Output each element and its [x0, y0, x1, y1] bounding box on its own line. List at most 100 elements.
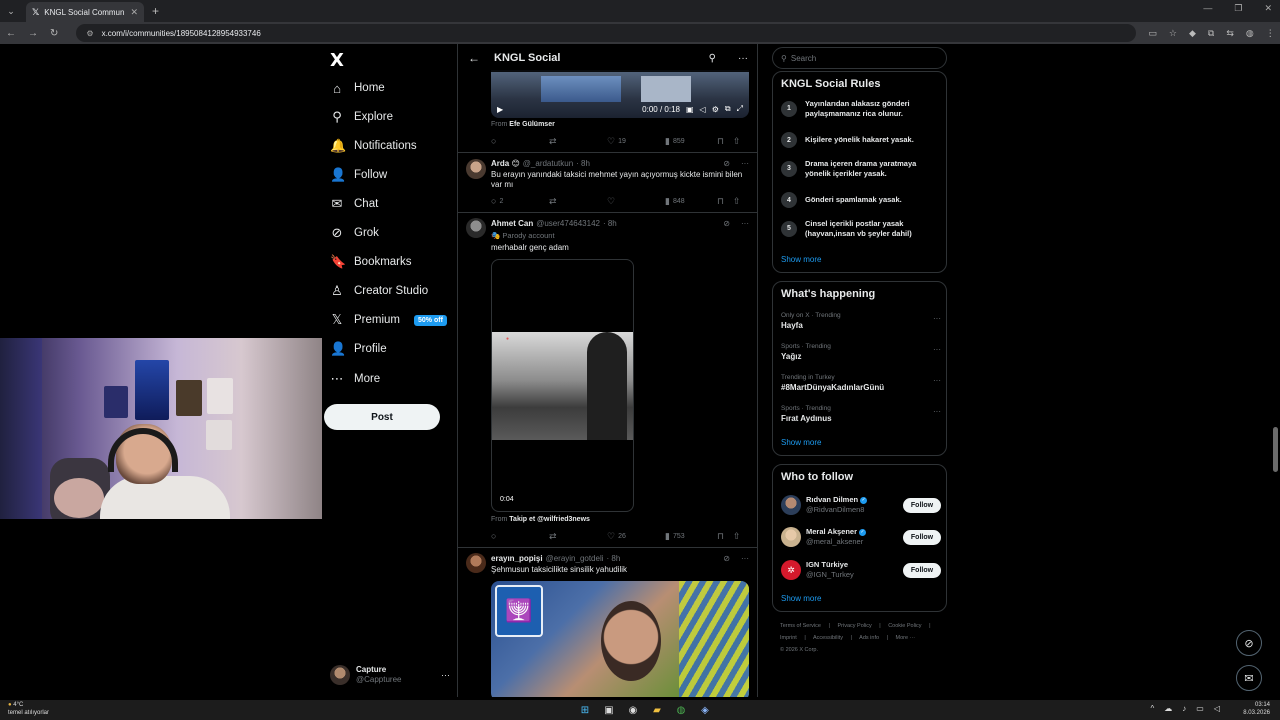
like-button[interactable]: ♡ — [607, 196, 665, 207]
nav-home[interactable]: ⌂ Home — [330, 75, 385, 101]
nav-more[interactable]: ⋯ More — [330, 366, 381, 392]
footer-link[interactable]: Terms of Service — [780, 623, 821, 629]
rules-show-more-link[interactable]: Show more — [781, 255, 821, 264]
tweet-time[interactable]: · 8h — [607, 554, 621, 563]
x-logo-icon[interactable]: X — [330, 50, 344, 71]
follow-button[interactable]: Follow — [903, 497, 941, 513]
browser-menu-icon[interactable]: ⋮ — [1266, 28, 1275, 39]
like-button[interactable]: ♡ 26 — [607, 531, 665, 542]
source-name[interactable]: Takip et @wilfried3news — [509, 516, 590, 523]
author-handle[interactable]: @_ardatutkun — [523, 159, 573, 168]
chrome-icon[interactable]: ◍ — [674, 703, 688, 717]
back-arrow-icon[interactable]: ← — [468, 51, 480, 65]
mic-icon[interactable]: ♪ — [1182, 704, 1186, 713]
obs-icon[interactable]: ◉ — [626, 703, 640, 717]
new-tab-button[interactable]: + — [152, 4, 159, 18]
author-name[interactable]: erayın_popişi — [491, 554, 543, 563]
views-button[interactable]: ▮ 848 — [665, 196, 717, 207]
author-handle[interactable]: @erayin_gotdeli — [546, 554, 604, 563]
reply-button[interactable]: ○ 2 — [491, 196, 549, 206]
translate-icon[interactable]: ⇆ — [1226, 28, 1234, 39]
cast-icon[interactable]: ▭ — [1148, 28, 1157, 39]
grok-icon[interactable]: ⊘ — [723, 219, 730, 228]
browser-tab[interactable]: 𝕏 KNGL Social Community / X ✕ — [26, 2, 144, 22]
follow-button[interactable]: Follow — [903, 562, 941, 578]
trend-item[interactable]: Trending in Turkey #8MartDünyaKadınlarGü… — [781, 374, 941, 392]
follow-suggestion[interactable]: Rıdvan Dilmen ✓ @RidvanDilmen8 Follow — [781, 494, 941, 516]
play-icon[interactable]: ▶ — [497, 105, 503, 114]
trend-more-icon[interactable]: ··· — [933, 314, 941, 323]
weather-widget[interactable]: ● 4°C temel atılıyorlar — [8, 701, 49, 717]
author-name[interactable]: Ahmet Can — [491, 219, 533, 228]
fullscreen-icon[interactable]: ⤢ — [737, 104, 743, 114]
nav-notifications[interactable]: 🔔 Notifications — [330, 133, 417, 159]
follow-button[interactable]: Follow — [903, 529, 941, 545]
display-icon[interactable]: ▭ — [1196, 704, 1204, 713]
close-window-icon[interactable]: ✕ — [1264, 3, 1272, 14]
page-scrollbar[interactable] — [1273, 427, 1278, 472]
steam-icon[interactable]: ◈ — [698, 703, 712, 717]
video-player[interactable]: ▶ 0:00 / 0:18 ▣ ◁ ⚙ ⧉ ⤢ — [491, 70, 749, 118]
trends-show-more-link[interactable]: Show more — [781, 438, 821, 447]
extension-icon[interactable]: ◆ — [1189, 28, 1196, 39]
avatar[interactable] — [466, 553, 486, 573]
bookmark-star-icon[interactable]: ☆ — [1169, 28, 1177, 39]
author-handle[interactable]: @user474643142 — [536, 219, 600, 228]
nav-premium[interactable]: 𝕏 Premium 50% off — [330, 307, 447, 333]
footer-link[interactable]: Cookie Policy — [888, 623, 921, 629]
footer-link[interactable]: Imprint — [780, 635, 797, 641]
follow-suggestion[interactable]: ✲ IGN Türkiye @IGN_Turkey Follow — [781, 559, 941, 581]
follow-suggestion[interactable]: Meral Akşener ✓ @meral_aksener Follow — [781, 526, 941, 548]
trend-item[interactable]: Sports · Trending Fırat Aydınus ··· — [781, 405, 941, 423]
author-name[interactable]: Arda 😊 — [491, 159, 520, 168]
site-info-icon[interactable]: ⚙ — [86, 29, 93, 38]
footer-link[interactable]: Privacy Policy — [837, 623, 871, 629]
follow-show-more-link[interactable]: Show more — [781, 594, 821, 603]
repost-button[interactable]: ⇄ — [549, 136, 607, 147]
footer-link[interactable]: Accessibility — [813, 635, 843, 641]
messages-float-button[interactable]: ✉ — [1236, 665, 1262, 691]
footer-link[interactable]: More ··· — [896, 635, 916, 641]
tweet-image[interactable]: 🕎 — [491, 581, 749, 697]
forward-arrow-icon[interactable]: → — [28, 28, 38, 39]
settings-icon[interactable]: ⚙ — [712, 105, 719, 114]
avatar[interactable] — [466, 159, 486, 179]
search-input[interactable]: ⚲ Search — [772, 47, 947, 69]
captions-icon[interactable]: ▣ — [686, 105, 694, 114]
reply-button[interactable]: ○ — [491, 531, 549, 541]
repost-button[interactable]: ⇄ — [549, 196, 607, 207]
account-more-icon[interactable]: ··· — [441, 670, 450, 680]
bookmark-button[interactable]: ⊓ — [717, 531, 733, 542]
source-name[interactable]: Efe Gülümser — [509, 121, 555, 128]
tray-chevron-icon[interactable]: ^ — [1151, 704, 1155, 713]
volume-icon[interactable]: ◁ — [700, 105, 706, 114]
post-button[interactable]: Post — [324, 404, 440, 430]
grok-icon[interactable]: ⊘ — [723, 159, 730, 168]
grok-float-button[interactable]: ⊘ — [1236, 630, 1262, 656]
nav-creator-studio[interactable]: ♙ Creator Studio — [330, 278, 428, 304]
profile-icon[interactable]: ◍ — [1246, 28, 1254, 39]
address-bar[interactable]: ⚙ x.com/i/communities/189508412895493374… — [76, 24, 1137, 42]
speaker-icon[interactable]: ◁ — [1214, 704, 1220, 713]
nav-bookmarks[interactable]: 🔖 Bookmarks — [330, 249, 412, 275]
trend-more-icon[interactable]: ··· — [933, 407, 941, 416]
file-explorer-icon[interactable]: ▰ — [650, 703, 664, 717]
tweet-time[interactable]: · 8h — [576, 159, 590, 168]
trend-more-icon[interactable]: ··· — [933, 376, 941, 385]
nav-grok[interactable]: ⊘ Grok — [330, 220, 379, 246]
video-player[interactable]: ● 0:04 — [491, 259, 634, 512]
tweet-time[interactable]: · 8h — [603, 219, 617, 228]
tab-close-icon[interactable]: ✕ — [130, 7, 138, 18]
cloud-icon[interactable]: ☁ — [1164, 704, 1172, 713]
views-button[interactable]: ▮ 859 — [665, 136, 717, 147]
task-view-icon[interactable]: ▣ — [602, 703, 616, 717]
views-button[interactable]: ▮ 753 — [665, 531, 717, 542]
share-button[interactable]: ⇧ — [733, 136, 741, 147]
more-icon[interactable]: ··· — [738, 53, 748, 64]
footer-link[interactable]: Ads info — [859, 635, 879, 641]
search-icon[interactable]: ⚲ — [709, 53, 716, 64]
like-button[interactable]: ♡ 19 — [607, 136, 665, 147]
bookmark-button[interactable]: ⊓ — [717, 196, 733, 207]
minimize-icon[interactable]: — — [1203, 3, 1212, 14]
maximize-icon[interactable]: ❐ — [1234, 3, 1242, 14]
